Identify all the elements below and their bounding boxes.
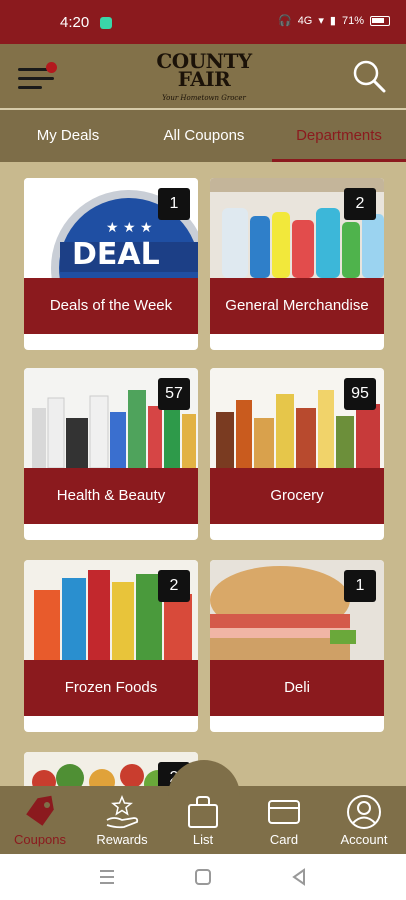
tab-label: My Deals (36, 127, 100, 144)
tab-all-coupons[interactable]: All Coupons (136, 110, 272, 162)
signal-icon: ▮ (329, 15, 336, 27)
menu-icon (18, 68, 48, 71)
tag-icon (26, 795, 54, 826)
tab-departments[interactable]: Departments (272, 110, 406, 162)
search-button[interactable] (350, 57, 388, 95)
department-label: Deals of the Week (24, 278, 198, 334)
department-card-grocery[interactable]: Grocery 95 (210, 368, 384, 540)
search-icon (353, 60, 386, 93)
svg-text:DEAL: DEAL (72, 237, 160, 272)
nav-label: List (192, 832, 214, 847)
nav-label: Coupons (13, 832, 67, 847)
departments-grid: DEAL ★ ★ ★ Deals of the Week 1 General M… (0, 162, 406, 786)
department-label: Frozen Foods (24, 660, 198, 716)
department-card-health-beauty[interactable]: Health & Beauty 57 (24, 368, 198, 540)
menu-button[interactable] (18, 62, 57, 90)
department-card-deals-of-the-week[interactable]: DEAL ★ ★ ★ Deals of the Week 1 (24, 178, 198, 350)
coupon-count-badge: 95 (344, 378, 376, 410)
tab-label: Departments (296, 127, 382, 144)
logo-tagline: Your Hometown Grocer (162, 94, 246, 102)
nav-label: Card (269, 832, 299, 847)
recents-icon[interactable] (100, 870, 114, 884)
svg-text:★ ★ ★: ★ ★ ★ (106, 220, 153, 236)
coupon-count-badge: 1 (158, 188, 190, 220)
tab-bar: My Deals All Coupons Departments (0, 108, 406, 162)
logo-wordmark: COUNTY FAIR (150, 51, 258, 89)
system-navigation-bar (0, 854, 406, 900)
menu-icon-line (18, 86, 42, 89)
nav-list[interactable]: List (163, 786, 243, 854)
bottom-navigation: Coupons Rewards List Card Account (0, 760, 406, 854)
department-card-frozen-foods[interactable]: Frozen Foods 2 (24, 560, 198, 732)
nav-card[interactable]: Card (244, 786, 324, 854)
notification-app-icon (100, 17, 112, 29)
coupon-count-badge: 2 (158, 570, 190, 602)
back-icon[interactable] (292, 868, 305, 886)
department-card-general-merchandise[interactable]: General Merchandise 2 (210, 178, 384, 350)
tab-my-deals[interactable]: My Deals (0, 110, 136, 162)
network-label: 4G (297, 14, 313, 27)
department-label: Health & Beauty (24, 468, 198, 524)
status-bar: 4:20 🎧 4G ▾ ▮ 71% (0, 0, 406, 44)
department-label: Deli (210, 660, 384, 716)
battery-label: 71% (341, 14, 364, 27)
rewards-icon (106, 795, 139, 829)
menu-icon-line (18, 77, 54, 80)
account-icon (347, 795, 381, 829)
nav-label: Rewards (96, 832, 148, 847)
status-indicators: 🎧 4G ▾ ▮ 71% (278, 14, 390, 27)
coupon-count-badge: 1 (344, 570, 376, 602)
coupon-count-badge: 2 (344, 188, 376, 220)
tab-label: All Coupons (163, 127, 245, 144)
app-header: COUNTY FAIR Your Hometown Grocer (0, 44, 406, 108)
headphones-icon: 🎧 (277, 15, 292, 27)
home-icon[interactable] (195, 869, 211, 885)
department-card-deli[interactable]: Deli 1 (210, 560, 384, 732)
notification-dot (46, 62, 57, 73)
county-fair-logo: COUNTY FAIR Your Hometown Grocer (150, 51, 258, 102)
department-label: General Merchandise (210, 278, 384, 334)
card-icon (268, 800, 300, 824)
system-nav-icons (100, 868, 305, 886)
department-label: Grocery (210, 468, 384, 524)
coupon-count-badge: 57 (158, 378, 190, 410)
list-icon (188, 796, 218, 828)
battery-icon (370, 15, 390, 26)
nav-rewards[interactable]: Rewards (82, 786, 162, 854)
wifi-icon: ▾ (318, 15, 324, 27)
nav-coupons[interactable]: Coupons (0, 786, 80, 854)
status-time: 4:20 (60, 14, 90, 31)
nav-label: Account (340, 832, 388, 847)
nav-account[interactable]: Account (324, 786, 404, 854)
